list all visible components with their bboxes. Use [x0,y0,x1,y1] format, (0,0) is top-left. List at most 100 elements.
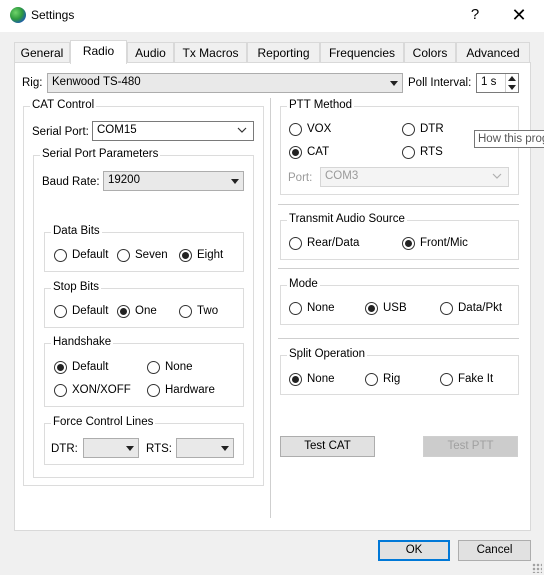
tab-frequencies[interactable]: Frequencies [320,42,404,63]
dialog-button-bar: OK Cancel [0,531,544,575]
serial-port-combo[interactable]: COM15 [92,121,254,141]
tab-colors[interactable]: Colors [404,42,456,63]
spin-down-icon[interactable] [508,85,516,90]
poll-interval-label: Poll Interval: [408,77,472,89]
spinner-buttons[interactable] [505,74,518,92]
ptt-method-title: PTT Method [287,99,355,111]
test-cat-button[interactable]: Test CAT [280,436,375,457]
tab-advanced[interactable]: Advanced [456,42,530,63]
radio-label: RTS [420,146,443,158]
radio-label: Data/Pkt [458,302,503,314]
rig-select-value: Kenwood TS-480 [52,76,141,88]
title-bar: Settings ? ✕ [0,0,544,32]
chevron-down-icon [492,173,502,179]
radio-circle [117,249,130,262]
dropdown-arrow-icon [221,446,229,451]
radio-label: USB [383,302,407,314]
separator [278,204,519,205]
data-bits-title: Data Bits [51,225,102,237]
radio-label: CAT [307,146,330,158]
dtr-label: DTR: [51,443,78,455]
stop-bits-title: Stop Bits [51,281,102,293]
transmit-audio-source-title: Transmit Audio Source [287,213,407,225]
globe-icon [10,7,26,23]
cancel-button[interactable]: Cancel [458,540,531,561]
radio-label: None [307,373,335,385]
tab-radio[interactable]: Radio [70,40,127,64]
radio-circle [289,302,302,315]
tab-reporting[interactable]: Reporting [247,42,320,63]
mode-title: Mode [287,278,320,290]
radio-circle [147,384,160,397]
radio-label: XON/XOFF [72,384,131,396]
ptt-port-value: COM3 [325,170,359,182]
radio-label: Rear/Data [307,237,360,249]
radio-circle [179,305,192,318]
radio-circle-selected [365,302,378,315]
tab-strip: General Radio Audio Tx Macros Reporting … [14,40,530,64]
radio-circle [365,373,378,386]
chevron-down-icon [237,127,247,133]
serial-port-label: Serial Port: [32,126,89,138]
window-title: Settings [31,8,75,22]
rig-label: Rig: [22,77,43,89]
radio-label: VOX [307,123,332,135]
ptt-port-label: Port: [288,172,313,184]
split-operation-title: Split Operation [287,348,368,360]
radio-circle [54,249,67,262]
radio-circle-selected [117,305,130,318]
radio-circle-selected [289,146,302,159]
radio-circle-selected [289,373,302,386]
separator [278,338,519,339]
ptt-port-combo: COM3 [320,167,509,187]
dropdown-arrow-icon [126,446,134,451]
resize-grip-icon[interactable] [532,563,542,573]
radio-label: Front/Mic [420,237,468,249]
radio-circle [147,361,160,374]
close-button[interactable]: ✕ [504,3,534,27]
radio-circle-selected [54,361,67,374]
radio-circle [402,146,415,159]
baud-rate-value: 19200 [108,174,140,186]
help-button[interactable]: ? [464,3,486,27]
radio-label: Default [72,305,109,317]
baud-rate-select[interactable]: 19200 [103,171,244,191]
radio-label: DTR [420,123,444,135]
rts-select[interactable] [176,438,234,458]
tab-tx-macros[interactable]: Tx Macros [174,42,247,63]
radio-label: Default [72,361,109,373]
rig-select[interactable]: Kenwood TS-480 [47,73,403,93]
dtr-select[interactable] [83,438,139,458]
rts-label: RTS: [146,443,172,455]
cat-control-title: CAT Control [30,99,97,111]
radio-label: Rig [383,373,401,385]
radio-circle [440,302,453,315]
dropdown-arrow-icon [390,81,398,86]
radio-circle-selected [179,249,192,262]
radio-label: None [307,302,335,314]
radio-circle [54,384,67,397]
radio-circle [54,305,67,318]
radio-circle [440,373,453,386]
radio-label: One [135,305,157,317]
tab-general[interactable]: General [14,42,70,63]
radio-label: Eight [197,249,224,261]
separator [278,268,519,269]
poll-interval-spinner[interactable]: 1 s [476,73,519,93]
poll-interval-value: 1 s [481,76,497,88]
ok-button[interactable]: OK [378,540,450,561]
baud-rate-label: Baud Rate: [42,176,100,188]
dropdown-arrow-icon [231,179,239,184]
radio-circle [402,123,415,136]
spin-up-icon[interactable] [508,76,516,81]
radio-label: Default [72,249,109,261]
radio-label: Fake It [458,373,494,385]
radio-label: Hardware [165,384,215,396]
radio-label: Two [197,305,219,317]
radio-label: Seven [135,249,168,261]
radio-circle-selected [402,237,415,250]
tab-audio[interactable]: Audio [127,42,174,63]
test-ptt-button: Test PTT [423,436,518,457]
force-control-lines-title: Force Control Lines [51,416,156,428]
radio-label: None [165,361,193,373]
